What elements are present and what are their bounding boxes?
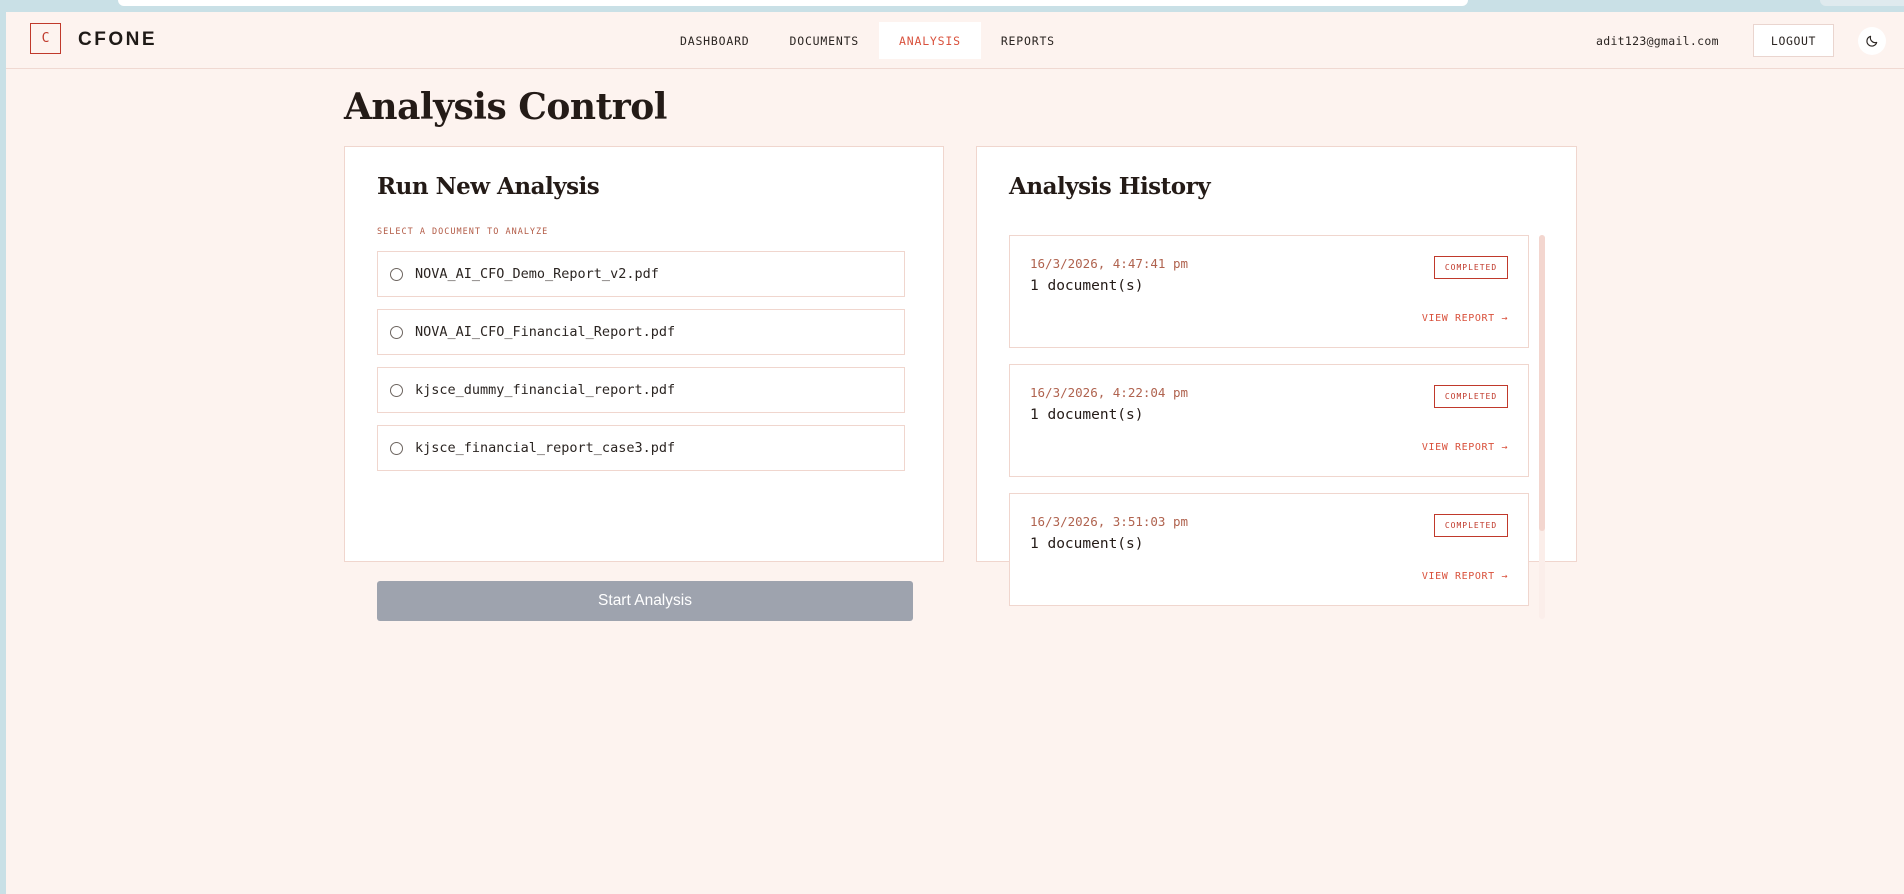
history-document-count: 1 document(s)	[1030, 407, 1144, 423]
history-list[interactable]: 16/3/2026, 4:47:41 pm 1 document(s) COMP…	[1009, 235, 1529, 619]
main-nav: DASHBOARD DOCUMENTS ANALYSIS REPORTS	[660, 22, 1075, 59]
nav-documents[interactable]: DOCUMENTS	[770, 22, 880, 59]
view-report-link[interactable]: VIEW REPORT →	[1422, 442, 1508, 453]
logout-button[interactable]: LOGOUT	[1753, 24, 1834, 57]
scrollbar-thumb[interactable]	[1539, 235, 1545, 531]
history-document-count: 1 document(s)	[1030, 536, 1144, 552]
nav-reports[interactable]: REPORTS	[981, 22, 1075, 59]
radio-button[interactable]	[390, 325, 403, 339]
analysis-history-title: Analysis History	[1009, 173, 1211, 200]
document-option[interactable]: NOVA_AI_CFO_Financial_Report.pdf	[377, 309, 905, 355]
history-date: 16/3/2026, 4:47:41 pm	[1030, 256, 1189, 271]
document-option[interactable]: kjsce_financial_report_case3.pdf	[377, 425, 905, 471]
user-email: adit123@gmail.com	[1596, 34, 1719, 48]
start-analysis-button[interactable]: Start Analysis	[377, 581, 913, 621]
radio-button[interactable]	[390, 383, 403, 397]
history-scrollbar[interactable]	[1539, 235, 1545, 619]
analysis-history-card: Analysis History 16/3/2026, 4:47:41 pm 1…	[976, 146, 1577, 619]
run-analysis-title: Run New Analysis	[377, 173, 600, 200]
moon-icon	[1866, 35, 1878, 47]
document-name: NOVA_AI_CFO_Demo_Report_v2.pdf	[415, 266, 659, 282]
document-name: kjsce_dummy_financial_report.pdf	[415, 382, 676, 398]
document-name: kjsce_financial_report_case3.pdf	[415, 440, 676, 456]
nav-dashboard[interactable]: DASHBOARD	[660, 22, 770, 59]
history-item: 16/3/2026, 4:22:04 pm 1 document(s) COMP…	[1009, 364, 1529, 477]
browser-top-strip-right	[1820, 0, 1904, 6]
status-badge: COMPLETED	[1434, 385, 1508, 408]
top-header: C CFONE DASHBOARD DOCUMENTS ANALYSIS REP…	[6, 12, 1904, 69]
document-name: NOVA_AI_CFO_Financial_Report.pdf	[415, 324, 676, 340]
select-document-label: SELECT A DOCUMENT TO ANALYZE	[377, 227, 549, 237]
status-badge: COMPLETED	[1434, 514, 1508, 537]
brand-name[interactable]: CFONE	[78, 29, 157, 51]
browser-top-strip	[118, 0, 1468, 6]
view-report-link[interactable]: VIEW REPORT →	[1422, 313, 1508, 324]
history-document-count: 1 document(s)	[1030, 278, 1144, 294]
logo-icon[interactable]: C	[30, 23, 61, 54]
history-item: 16/3/2026, 4:47:41 pm 1 document(s) COMP…	[1009, 235, 1529, 348]
theme-toggle-button[interactable]	[1858, 27, 1886, 55]
radio-button[interactable]	[390, 441, 403, 455]
status-badge: COMPLETED	[1434, 256, 1508, 279]
history-date: 16/3/2026, 4:22:04 pm	[1030, 385, 1189, 400]
history-date: 16/3/2026, 3:51:03 pm	[1030, 514, 1189, 529]
document-option[interactable]: NOVA_AI_CFO_Demo_Report_v2.pdf	[377, 251, 905, 297]
view-report-link[interactable]: VIEW REPORT →	[1422, 571, 1508, 582]
radio-button[interactable]	[390, 267, 403, 281]
history-item: 16/3/2026, 3:51:03 pm 1 document(s) COMP…	[1009, 493, 1529, 606]
page-title: Analysis Control	[344, 86, 667, 128]
run-analysis-card: Run New Analysis SELECT A DOCUMENT TO AN…	[344, 146, 944, 621]
nav-analysis[interactable]: ANALYSIS	[879, 22, 981, 59]
document-list: NOVA_AI_CFO_Demo_Report_v2.pdf NOVA_AI_C…	[377, 251, 905, 483]
app-window: C CFONE DASHBOARD DOCUMENTS ANALYSIS REP…	[6, 12, 1904, 894]
document-option[interactable]: kjsce_dummy_financial_report.pdf	[377, 367, 905, 413]
